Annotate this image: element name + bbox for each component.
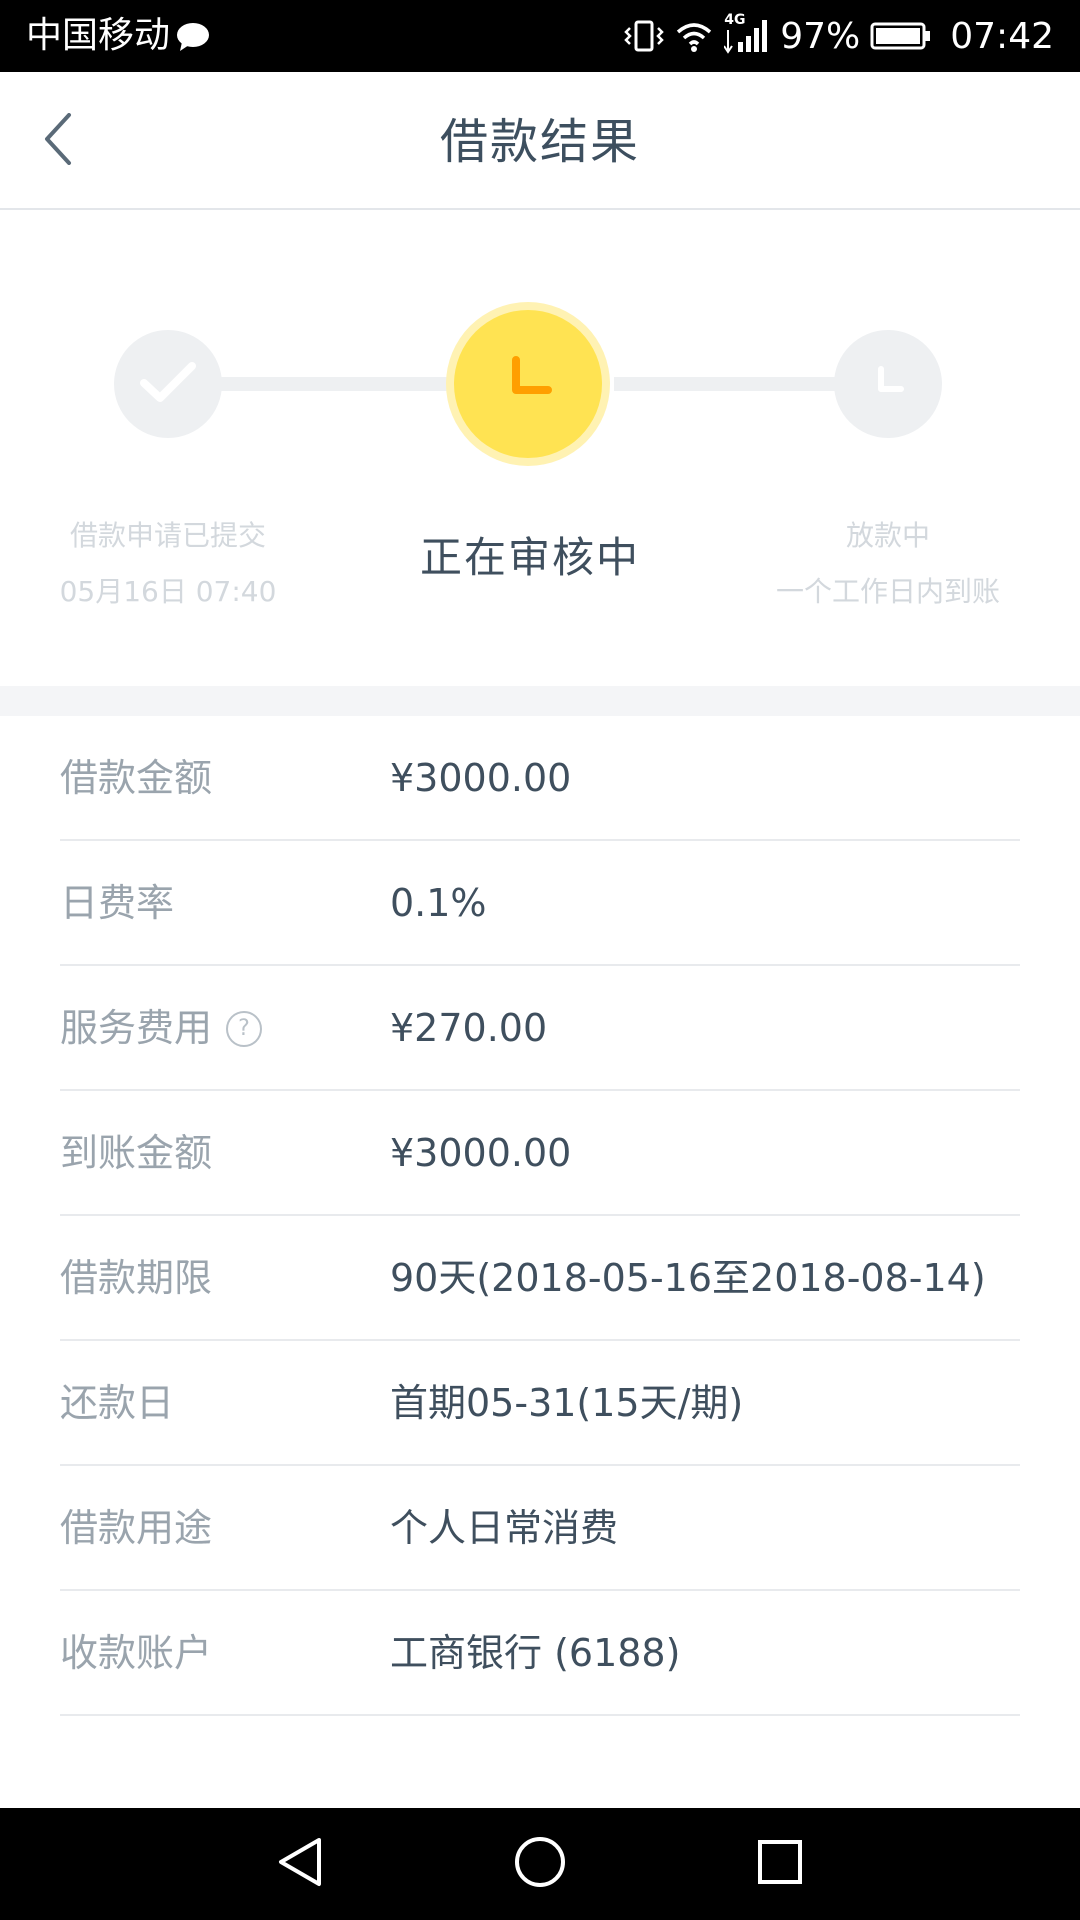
wifi-icon <box>674 18 714 54</box>
step-disbursing-title: 放款中 <box>845 519 930 552</box>
step-submitted-title: 借款申请已提交 <box>69 519 266 552</box>
step-disbursing <box>834 330 942 438</box>
detail-label: 借款用途 <box>60 1506 213 1550</box>
carrier-name: 中国移动 <box>26 15 171 56</box>
detail-label: 借款期限 <box>60 1256 213 1300</box>
detail-label: 服务费用 <box>60 1006 213 1050</box>
vibrate-icon <box>624 18 665 54</box>
detail-value: 90天(2018-05-16至2018-08-14) <box>390 1256 986 1300</box>
detail-label: 还款日 <box>60 1381 175 1425</box>
step-submitted-text: 借款申请已提交 05月16日 07:40 <box>40 508 296 620</box>
detail-value: ¥3000.00 <box>390 1131 572 1175</box>
detail-label: 日费率 <box>60 881 175 925</box>
progress-line-1 <box>220 377 448 391</box>
detail-value: 首期05-31(15天/期) <box>390 1381 744 1425</box>
detail-row-amount: 借款金额 ¥3000.00 <box>60 716 1020 841</box>
step-reviewing-title: 正在审核中 <box>419 533 640 582</box>
battery-icon <box>870 21 932 51</box>
detail-label: 到账金额 <box>60 1131 213 1175</box>
nav-home-button[interactable] <box>510 1834 570 1894</box>
detail-value: 0.1% <box>390 881 487 925</box>
step-disbursing-desc: 一个工作日内到账 <box>775 575 1000 608</box>
nav-recents-button[interactable] <box>750 1834 810 1894</box>
detail-row-account: 收款账户 工商银行 (6188) <box>60 1591 1020 1716</box>
system-nav-bar <box>0 1808 1080 1920</box>
detail-row-purpose: 借款用途 个人日常消费 <box>60 1466 1020 1591</box>
step-submitted-time: 05月16日 07:40 <box>59 575 277 608</box>
square-recents-icon <box>756 1838 804 1890</box>
message-icon <box>176 22 210 56</box>
detail-value: 个人日常消费 <box>390 1506 619 1550</box>
detail-row-daily-rate: 日费率 0.1% <box>60 841 1020 966</box>
detail-label: 借款金额 <box>60 756 213 800</box>
detail-value: ¥3000.00 <box>390 756 572 800</box>
progress-steps: 借款申请已提交 05月16日 07:40 正在审核中 放款中 一个工作日内到账 <box>0 212 1080 686</box>
circle-home-icon <box>513 1835 567 1893</box>
check-icon <box>140 361 196 407</box>
help-icon[interactable]: ? <box>226 1010 263 1047</box>
status-icons: 4G 97% 07:42 <box>624 12 1054 58</box>
page-title: 借款结果 <box>439 114 640 170</box>
loan-details: 借款金额 ¥3000.00 日费率 0.1% 服务费用 ? ¥270.00 到账… <box>60 716 1020 1716</box>
progress-line-2 <box>614 377 844 391</box>
step-reviewing <box>446 302 610 466</box>
clock-icon <box>871 365 905 403</box>
clock-icon <box>500 354 556 414</box>
battery-percent: 97% <box>780 15 861 57</box>
detail-row-term: 借款期限 90天(2018-05-16至2018-08-14) <box>60 1216 1020 1341</box>
step-disbursing-text: 放款中 一个工作日内到账 <box>748 508 1028 620</box>
nav-back-button[interactable] <box>270 1834 330 1894</box>
detail-label: 收款账户 <box>60 1631 213 1675</box>
detail-row-repayment-day: 还款日 首期05-31(15天/期) <box>60 1341 1020 1466</box>
detail-value: ¥270.00 <box>390 1006 548 1050</box>
status-bar: 中国移动 4G 97% 07:42 <box>0 0 1080 72</box>
section-divider <box>0 686 1080 716</box>
detail-row-service-fee: 服务费用 ? ¥270.00 <box>60 966 1020 1091</box>
detail-value: 工商银行 (6188) <box>390 1631 681 1675</box>
triangle-back-icon <box>275 1836 325 1892</box>
clock: 07:42 <box>950 15 1054 57</box>
detail-row-received-amount: 到账金额 ¥3000.00 <box>60 1091 1020 1216</box>
detail-label-with-help: 服务费用 ? <box>60 966 263 1091</box>
signal-icon: 4G <box>724 12 770 56</box>
step-submitted <box>114 330 222 438</box>
header: 借款结果 <box>0 72 1080 210</box>
